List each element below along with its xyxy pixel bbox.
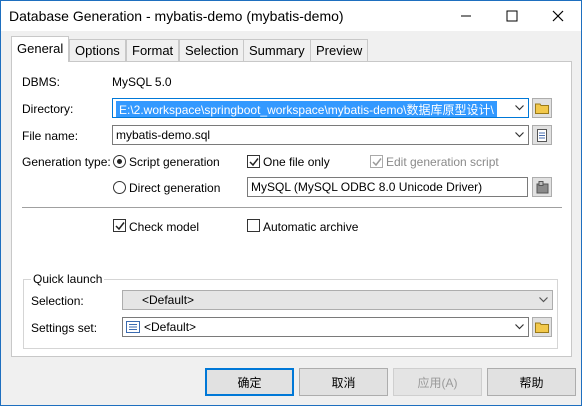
dbms-value: MySQL 5.0 [112,75,172,89]
quick-launch-group: Quick launch Selection: <Default> Settin… [23,272,558,349]
directory-combo[interactable]: E:\2.workspace\springboot_workspace\myba… [112,98,529,118]
maximize-button[interactable] [489,1,535,31]
minimize-button[interactable] [443,1,489,31]
quick-launch-legend: Quick launch [31,272,105,286]
chevron-down-icon[interactable] [511,99,528,117]
direct-generation-label: Direct generation [129,181,221,195]
general-panel: DBMS: MySQL 5.0 Directory: E:\2.workspac… [11,61,572,357]
edit-generation-script-checkbox [370,155,383,168]
close-button[interactable] [535,1,581,31]
checkmark-icon [115,222,125,231]
dbms-label: DBMS: [22,75,61,89]
folder-icon [535,103,549,114]
tab-options[interactable]: Options [69,39,126,61]
tab-selection[interactable]: Selection [179,39,245,61]
checkmark-icon [249,158,259,167]
browse-directory-button[interactable] [532,98,552,118]
window-title: Database Generation - mybatis-demo (myba… [9,8,344,24]
filename-combo[interactable]: mybatis-demo.sql [112,125,529,145]
tab-general[interactable]: General [11,36,70,62]
maximize-icon [506,10,518,22]
script-generation-radio[interactable] [113,155,126,168]
browse-settings-button[interactable] [532,317,552,337]
edit-generation-script-label: Edit generation script [386,155,499,169]
selection-combo[interactable]: <Default> [122,290,553,310]
directory-label: Directory: [22,102,74,116]
minimize-icon [461,15,471,17]
check-model-label: Check model [129,220,200,234]
tab-summary[interactable]: Summary [243,39,311,61]
one-file-only-label: One file only [263,155,330,169]
close-icon [552,10,564,22]
settings-list-icon [126,321,140,333]
generation-type-label: Generation type: [22,155,111,169]
filename-value: mybatis-demo.sql [116,128,211,142]
settings-set-label: Settings set: [31,321,98,335]
data-source-value: MySQL (MySQL ODBC 8.0 Unicode Driver) [251,180,483,194]
divider [22,207,562,208]
check-model-checkbox[interactable] [113,219,126,232]
tab-preview[interactable]: Preview [310,39,369,61]
data-source-field[interactable]: MySQL (MySQL ODBC 8.0 Unicode Driver) [247,177,528,197]
one-file-only-checkbox[interactable] [247,155,260,168]
database-connect-icon [536,180,548,193]
chevron-down-icon[interactable] [511,318,528,336]
tab-format[interactable]: Format [126,39,180,61]
script-generation-label: Script generation [129,155,220,169]
selection-value: <Default> [142,293,195,307]
direct-generation-radio[interactable] [113,181,126,194]
filename-label: File name: [22,129,79,143]
settings-set-combo[interactable]: <Default> [122,317,529,337]
dialog-window: Database Generation - mybatis-demo (myba… [0,0,582,406]
connect-button[interactable] [532,177,552,197]
title-bar: Database Generation - mybatis-demo (myba… [1,1,581,31]
selection-label: Selection: [31,294,84,308]
file-properties-button[interactable] [532,125,552,145]
apply-button: 应用(A) [393,368,482,396]
chevron-down-icon[interactable] [511,126,528,144]
cancel-button[interactable]: 取消 [299,368,388,396]
checkmark-icon [372,158,382,167]
automatic-archive-label: Automatic archive [263,220,359,234]
chevron-down-icon[interactable] [535,291,552,309]
help-button[interactable]: 帮助 [487,368,576,396]
document-icon [537,128,547,142]
directory-value: E:\2.workspace\springboot_workspace\myba… [116,101,497,117]
ok-button[interactable]: 确定 [205,368,294,396]
automatic-archive-checkbox[interactable] [247,219,260,232]
folder-icon [535,322,549,333]
